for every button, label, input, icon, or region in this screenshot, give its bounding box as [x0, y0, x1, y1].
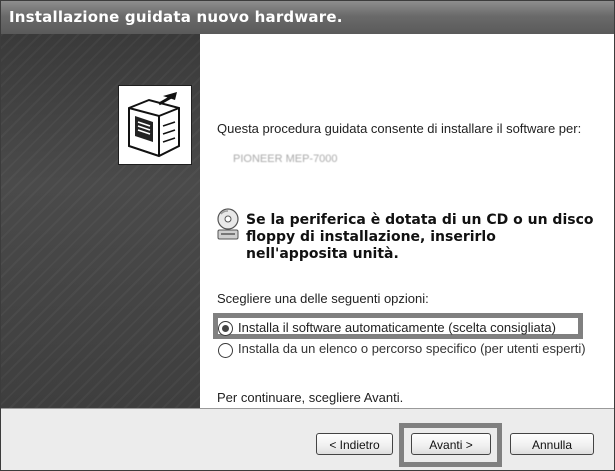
next-button[interactable]: Avanti > — [411, 433, 491, 455]
wizard-window: Installazione guidata nuovo hardware. Qu… — [0, 0, 615, 471]
title-bar: Installazione guidata nuovo hardware. — [1, 1, 614, 34]
wizard-content: Questa procedura guidata consente di ins… — [201, 34, 614, 408]
cd-icon — [215, 208, 241, 247]
cd-notice: Se la periferica è dotata di un CD o un … — [246, 212, 594, 262]
option-manual-install-label[interactable]: Installa da un elenco o percorso specifi… — [238, 341, 586, 356]
back-button[interactable]: < Indietro — [316, 433, 393, 455]
wizard-hardware-icon — [118, 85, 192, 165]
option-auto-install-label[interactable]: Installa il software automaticamente (sc… — [238, 320, 556, 335]
cancel-button[interactable]: Annulla — [510, 433, 594, 455]
button-bar: < Indietro Avanti > Annulla — [1, 408, 614, 470]
intro-text: Questa procedura guidata consente di ins… — [217, 121, 582, 136]
device-name: PIONEER MEP-7000 — [233, 153, 338, 165]
options-prompt: Scegliere una delle seguenti opzioni: — [217, 291, 429, 306]
continue-text: Per continuare, scegliere Avanti. — [217, 390, 404, 405]
radio-manual-install[interactable] — [218, 343, 233, 358]
radio-auto-install[interactable] — [218, 321, 233, 336]
wizard-side-panel — [1, 34, 200, 408]
window-title: Installazione guidata nuovo hardware. — [9, 8, 343, 26]
